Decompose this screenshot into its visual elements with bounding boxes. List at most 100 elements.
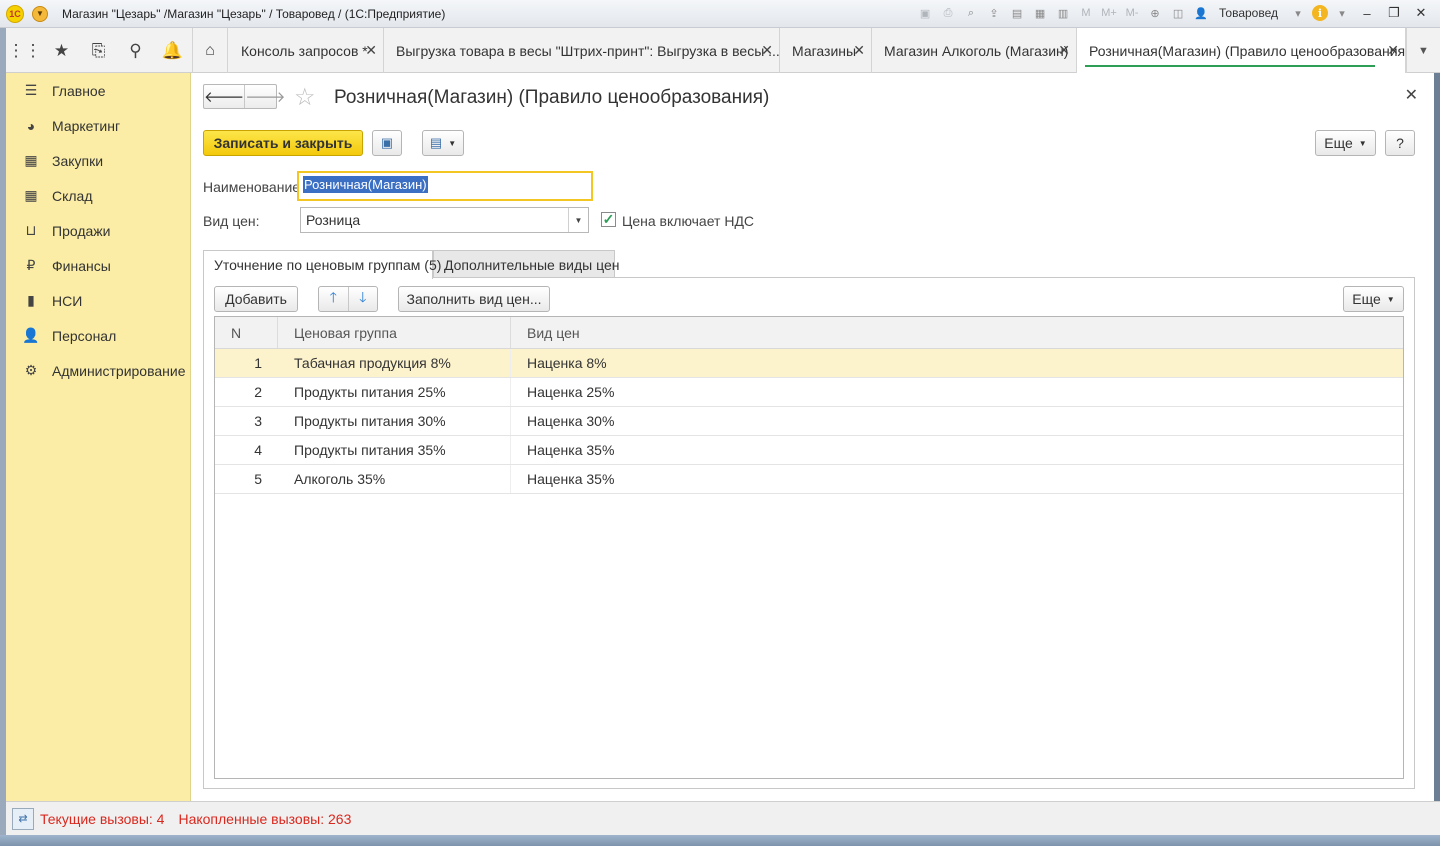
save-and-close-button[interactable]: Записать и закрыть xyxy=(203,130,363,156)
sidebar-item-sales[interactable]: ⊔ Продажи xyxy=(6,213,190,248)
name-field[interactable]: Розничная(Магазин) xyxy=(297,171,593,201)
fill-price-type-button[interactable]: Заполнить вид цен... xyxy=(398,286,550,312)
sidebar-item-personnel[interactable]: 👤 Персонал xyxy=(6,318,190,353)
main-menu-button[interactable]: ▼ xyxy=(32,5,48,22)
calendar-icon[interactable]: ▥ xyxy=(1054,4,1072,22)
add-button[interactable]: Добавить xyxy=(214,286,298,312)
sidebar-item-label: Склад xyxy=(52,187,93,204)
close-icon[interactable]: ✕ xyxy=(365,42,377,59)
info-menu-icon[interactable]: ▾ xyxy=(1333,4,1351,22)
forward-arrow-icon[interactable]: 🡒 xyxy=(244,85,285,108)
page-title: Розничная(Магазин) (Правило ценообразова… xyxy=(334,87,770,108)
checkmark-icon: ✓ xyxy=(602,211,615,227)
favorites-icon[interactable]: ★ xyxy=(43,28,80,73)
print-preview-icon[interactable]: ▤ xyxy=(1008,4,1026,22)
server-calls-icon[interactable]: ⇄ xyxy=(12,807,34,830)
tab-stores[interactable]: Магазины ✕ xyxy=(780,28,872,73)
status-bar: ⇄ Текущие вызовы: 4 Накопленные вызовы: … xyxy=(6,801,1440,835)
table-more-button[interactable]: Еще ▼ xyxy=(1343,286,1404,312)
cart-icon: ▦ xyxy=(24,152,38,168)
user-name[interactable]: Товаровед xyxy=(1219,6,1278,20)
move-down-icon[interactable]: 🡓 xyxy=(347,287,378,311)
find-icon[interactable]: ⌕ xyxy=(962,4,980,22)
tab-scale-export[interactable]: Выгрузка товара в весы "Штрих-принт": Вы… xyxy=(384,28,780,73)
price-type-label: Вид цен: xyxy=(203,213,260,229)
column-header-group[interactable]: Ценовая группа xyxy=(278,317,511,348)
minimize-button[interactable]: – xyxy=(1356,4,1378,22)
table-row[interactable]: 4 Продукты питания 35% Наценка 35% xyxy=(215,436,1403,465)
sidebar-item-label: Маркетинг xyxy=(52,117,121,134)
column-header-n[interactable]: N xyxy=(215,317,278,348)
current-calls: Текущие вызовы: 4 xyxy=(40,810,165,827)
close-icon[interactable]: ✕ xyxy=(1058,42,1070,59)
price-type-value: Розница xyxy=(306,212,361,228)
zoom-icon[interactable]: ⊕ xyxy=(1146,4,1164,22)
tab-query-console[interactable]: Консоль запросов * ✕ xyxy=(229,28,384,73)
name-label: Наименование: xyxy=(203,179,304,195)
sidebar-item-marketing[interactable]: ◕ Маркетинг xyxy=(6,108,190,143)
favorite-star-icon[interactable]: ☆ xyxy=(294,83,316,112)
tab-label: Выгрузка товара в весы "Штрих-принт": Вы… xyxy=(396,42,780,59)
user-menu-icon[interactable]: ▾ xyxy=(1289,4,1307,22)
table-row[interactable]: 3 Продукты питания 30% Наценка 30% xyxy=(215,407,1403,436)
sidebar-item-nsi[interactable]: ▮ НСИ xyxy=(6,283,190,318)
tab-alcohol-store[interactable]: Магазин Алкоголь (Магазин) ✕ xyxy=(872,28,1077,73)
back-arrow-icon[interactable]: 🡐 xyxy=(204,85,244,108)
tab-pricing-rule[interactable]: Розничная(Магазин) (Правило ценообразова… xyxy=(1077,28,1406,73)
memory-m-button[interactable]: M xyxy=(1077,4,1095,22)
close-icon[interactable]: ✕ xyxy=(1387,42,1399,59)
cell-price: Наценка 35% xyxy=(527,442,615,458)
table-row[interactable]: 2 Продукты питания 25% Наценка 25% xyxy=(215,378,1403,407)
move-up-icon[interactable]: 🡑 xyxy=(319,287,348,311)
export-icon[interactable]: ⇪ xyxy=(985,4,1003,22)
search-icon[interactable]: ⚲ xyxy=(117,28,154,73)
column-header-price[interactable]: Вид цен xyxy=(511,317,1403,348)
sidebar-item-purchases[interactable]: ▦ Закупки xyxy=(6,143,190,178)
sidebar-item-finance[interactable]: ₽ Финансы xyxy=(6,248,190,283)
close-icon[interactable]: ✕ xyxy=(1405,85,1418,105)
memory-plus-button[interactable]: M+ xyxy=(1100,4,1118,22)
info-icon[interactable]: i xyxy=(1312,5,1328,21)
table-row[interactable]: 1 Табачная продукция 8% Наценка 8% xyxy=(215,349,1403,378)
sidebar-item-administration[interactable]: ⚙ Администрирование xyxy=(6,353,190,388)
close-icon[interactable]: ✕ xyxy=(853,42,865,59)
vat-label[interactable]: Цена включает НДС xyxy=(622,213,754,229)
table-row[interactable]: 5 Алкоголь 35% Наценка 35% xyxy=(215,465,1403,494)
chevron-down-icon[interactable]: ▼ xyxy=(568,208,588,232)
more-button[interactable]: Еще ▼ xyxy=(1315,130,1376,156)
sidebar-item-main[interactable]: ☰ Главное xyxy=(6,73,190,108)
warehouse-icon: ▦ xyxy=(24,187,38,203)
chevron-down-icon: ▼ xyxy=(448,138,457,148)
cell-group: Алкоголь 35% xyxy=(278,465,511,493)
home-icon[interactable]: ⌂ xyxy=(192,28,228,73)
notifications-icon[interactable]: 🔔 xyxy=(154,28,191,73)
tab-label: Магазин Алкоголь (Магазин) xyxy=(884,42,1069,59)
title-toolbar: ▣ ⎙ ⌕ ⇪ ▤ ▦ ▥ M M+ M- ⊕ ◫ 👤 Товаровед ▾ … xyxy=(916,4,1432,22)
save-icon[interactable]: ▣ xyxy=(916,4,934,22)
pie-chart-icon: ◕ xyxy=(26,117,36,134)
price-type-select[interactable]: Розница ▼ xyxy=(300,207,589,233)
more-label: Еще xyxy=(1352,291,1381,307)
sidebar-item-warehouse[interactable]: ▦ Склад xyxy=(6,178,190,213)
history-icon[interactable]: ⎘ xyxy=(80,28,117,73)
menu-icon: ☰ xyxy=(24,82,38,98)
calculator-icon[interactable]: ▦ xyxy=(1031,4,1049,22)
save-icon[interactable]: ▣ xyxy=(372,130,402,156)
restore-button[interactable]: ❐ xyxy=(1383,4,1405,22)
tab-price-groups[interactable]: Уточнение по ценовым группам (5) xyxy=(203,250,441,279)
close-icon[interactable]: ✕ xyxy=(761,42,773,59)
report-menu-button[interactable]: ▤ ▼ xyxy=(422,130,464,156)
name-value: Розничная(Магазин) xyxy=(303,176,428,193)
cell-price: Наценка 8% xyxy=(527,355,607,371)
close-window-button[interactable]: ✕ xyxy=(1410,4,1432,22)
tab-additional-prices[interactable]: Дополнительные виды цен xyxy=(433,250,619,278)
vat-checkbox[interactable]: ✓ xyxy=(601,211,616,227)
tabs-dropdown-icon[interactable]: ▼ xyxy=(1406,28,1440,73)
help-button[interactable]: ? xyxy=(1385,130,1415,156)
all-functions-icon[interactable]: ⋮⋮ xyxy=(6,28,43,73)
panels-icon[interactable]: ◫ xyxy=(1169,4,1187,22)
tab-label: Магазины xyxy=(792,42,857,59)
memory-minus-button[interactable]: M- xyxy=(1123,4,1141,22)
print-icon[interactable]: ⎙ xyxy=(939,4,957,22)
sidebar-item-label: Продажи xyxy=(52,222,111,239)
